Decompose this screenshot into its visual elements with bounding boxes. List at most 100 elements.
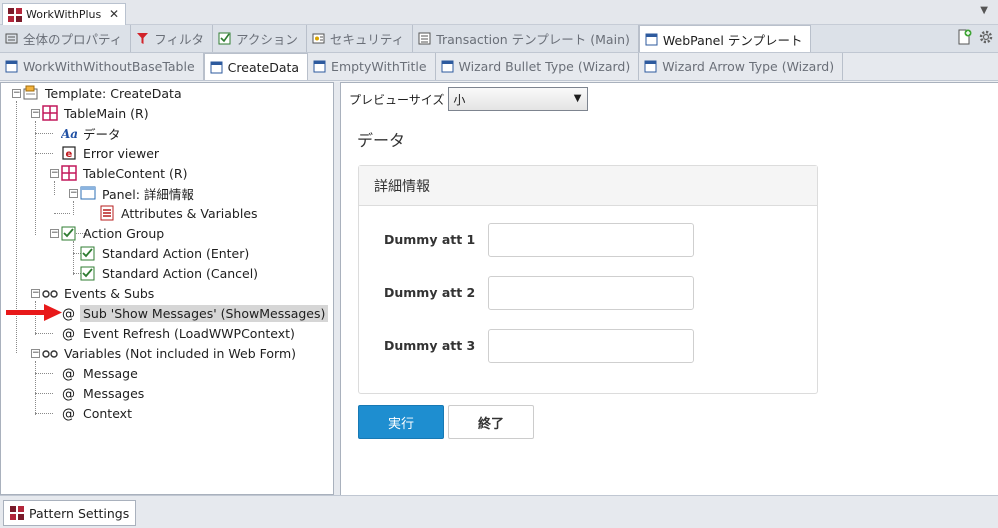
chevron-down-icon: ▼ bbox=[573, 93, 582, 104]
tab-global-properties[interactable]: 全体のプロパティ bbox=[0, 25, 132, 52]
action-group-icon bbox=[61, 225, 77, 241]
tree-node-label: Standard Action (Enter) bbox=[102, 245, 250, 261]
tree-node-action-group[interactable]: Action Group bbox=[61, 223, 167, 243]
tree-expander[interactable]: − bbox=[31, 289, 40, 298]
document-tab-strip: WorkWithPlus ✕ ▼ bbox=[0, 0, 998, 25]
dummy-att-1-input[interactable] bbox=[488, 223, 694, 257]
tree-expander[interactable]: − bbox=[50, 169, 59, 178]
tree-node-events[interactable]: Events & Subs bbox=[42, 283, 157, 303]
tree-node-tablecontent[interactable]: TableContent (R) bbox=[61, 163, 190, 183]
tree-expander[interactable]: − bbox=[31, 349, 40, 358]
tab-label: WebPanel テンプレート bbox=[662, 32, 803, 48]
detail-panel-card: 詳細情報 Dummy att 1 Dummy att 2 Dummy att 3 bbox=[358, 165, 818, 394]
bottom-toolbar: Pattern Settings bbox=[0, 495, 998, 528]
preview-panel: プレビューサイズ 小 ▼ データ 詳細情報 Dummy att 1 Dummy … bbox=[340, 82, 998, 495]
tab-security[interactable]: セキュリティ bbox=[307, 25, 414, 52]
annotation-arrow-icon bbox=[6, 304, 62, 321]
tree-node-event-refresh[interactable]: @ Event Refresh (LoadWWPContext) bbox=[61, 323, 298, 343]
tab-action[interactable]: アクション bbox=[213, 25, 307, 52]
tab-label: フィルタ bbox=[154, 32, 205, 47]
tab-wizard-bullet[interactable]: Wizard Bullet Type (Wizard) bbox=[436, 53, 640, 80]
tree-node-error-viewer[interactable]: e Error viewer bbox=[61, 143, 162, 163]
properties-icon bbox=[5, 32, 18, 45]
attributes-icon bbox=[99, 205, 115, 221]
tab-filter[interactable]: フィルタ bbox=[131, 25, 214, 52]
tab-label: Wizard Arrow Type (Wizard) bbox=[662, 59, 835, 74]
tree-node-label: TableContent (R) bbox=[83, 165, 188, 181]
template-root-icon bbox=[23, 85, 39, 101]
tree-node-data-textblock[interactable]: Aa データ bbox=[60, 123, 124, 143]
svg-text:Aa: Aa bbox=[61, 127, 77, 141]
error-viewer-icon: e bbox=[61, 145, 77, 161]
gear-icon[interactable] bbox=[978, 29, 994, 48]
tab-transaction-template[interactable]: Transaction テンプレート (Main) bbox=[413, 25, 639, 52]
tab-label: WorkWithWithoutBaseTable bbox=[23, 59, 195, 74]
tab-label: 全体のプロパティ bbox=[23, 32, 123, 47]
workwithplus-logo-icon bbox=[8, 7, 22, 22]
tree-node-tablemain[interactable]: TableMain (R) bbox=[42, 103, 152, 123]
events-icon bbox=[42, 285, 58, 301]
svg-text:@: @ bbox=[62, 407, 75, 421]
dummy-att-3-input[interactable] bbox=[488, 329, 694, 363]
svg-text:@: @ bbox=[62, 327, 75, 341]
template-icon bbox=[644, 60, 657, 73]
dummy-att-2-input[interactable] bbox=[488, 276, 694, 310]
tree-node-label: Standard Action (Cancel) bbox=[102, 265, 259, 281]
action-icon bbox=[80, 265, 96, 281]
tree-node-sub-show-messages[interactable]: @ Sub 'Show Messages' (ShowMessages) bbox=[61, 303, 329, 323]
tree-node-action-cancel[interactable]: Standard Action (Cancel) bbox=[80, 263, 261, 283]
tree-node-label: Event Refresh (LoadWWPContext) bbox=[83, 325, 295, 341]
tree-expander[interactable]: − bbox=[12, 89, 21, 98]
tree-node-var-context[interactable]: @ Context bbox=[61, 403, 135, 423]
template-icon bbox=[313, 60, 326, 73]
doc-tab-workwithplus[interactable]: WorkWithPlus ✕ bbox=[2, 3, 126, 25]
webpanel-icon bbox=[645, 33, 658, 46]
tree-node-label: Template: CreateData bbox=[45, 85, 182, 101]
card-title: 詳細情報 bbox=[359, 166, 817, 206]
at-sign-icon: @ bbox=[61, 405, 77, 422]
tab-createdata[interactable]: CreateData bbox=[203, 53, 309, 80]
template-tree: − − − − − − − Template: CreateData Table… bbox=[1, 83, 333, 494]
tree-node-attributes[interactable]: Attributes & Variables bbox=[99, 203, 261, 223]
tree-node-label: Variables (Not included in Web Form) bbox=[64, 345, 297, 361]
tree-node-var-message[interactable]: @ Message bbox=[61, 363, 141, 383]
tab-emptywithtitle[interactable]: EmptyWithTitle bbox=[308, 53, 436, 80]
tab-webpanel-template[interactable]: WebPanel テンプレート bbox=[638, 25, 812, 52]
action-icon bbox=[80, 245, 96, 261]
variables-icon bbox=[42, 345, 58, 361]
end-button[interactable]: 終了 bbox=[448, 405, 534, 439]
tree-node-action-enter[interactable]: Standard Action (Enter) bbox=[80, 243, 252, 263]
field-label: Dummy att 2 bbox=[384, 285, 476, 300]
at-sign-icon: @ bbox=[61, 325, 77, 342]
field-label: Dummy att 1 bbox=[384, 232, 476, 247]
editor-tab-row: 全体のプロパティ フィルタ アクション セキュリティ Transaction テ… bbox=[0, 25, 998, 53]
tree-expander[interactable]: − bbox=[50, 229, 59, 238]
tree-node-panel[interactable]: Panel: 詳細情報 bbox=[80, 183, 197, 203]
pattern-settings-label: Pattern Settings bbox=[29, 505, 130, 521]
run-button[interactable]: 実行 bbox=[358, 405, 444, 439]
tree-node-var-messages[interactable]: @ Messages bbox=[61, 383, 147, 403]
close-tab-icon[interactable]: ✕ bbox=[109, 7, 119, 21]
tab-workwithwithoutbasetable[interactable]: WorkWithWithoutBaseTable bbox=[0, 53, 204, 80]
preview-size-value: 小 bbox=[453, 92, 466, 107]
tree-node-variables[interactable]: Variables (Not included in Web Form) bbox=[42, 343, 299, 363]
table-icon bbox=[42, 105, 58, 121]
preview-size-select[interactable]: 小 ▼ bbox=[448, 87, 589, 111]
svg-text:@: @ bbox=[62, 387, 75, 401]
tree-expander[interactable]: − bbox=[69, 189, 78, 198]
pattern-settings-tab[interactable]: Pattern Settings bbox=[3, 500, 137, 526]
svg-text:@: @ bbox=[62, 307, 75, 321]
new-document-icon[interactable] bbox=[956, 29, 972, 48]
tree-node-label: データ bbox=[83, 126, 121, 142]
security-icon bbox=[312, 32, 325, 45]
at-sign-icon: @ bbox=[61, 305, 77, 322]
tree-node-root[interactable]: Template: CreateData bbox=[23, 83, 185, 103]
tree-expander[interactable]: − bbox=[31, 109, 40, 118]
tab-overflow-icon[interactable]: ▼ bbox=[980, 5, 988, 16]
template-icon bbox=[441, 60, 454, 73]
form-title: データ bbox=[357, 131, 406, 150]
tab-wizard-arrow[interactable]: Wizard Arrow Type (Wizard) bbox=[639, 53, 844, 80]
template-tab-row: WorkWithWithoutBaseTable CreateData Empt… bbox=[0, 53, 998, 81]
transaction-icon bbox=[418, 32, 431, 45]
workwithplus-logo-icon bbox=[10, 506, 24, 520]
